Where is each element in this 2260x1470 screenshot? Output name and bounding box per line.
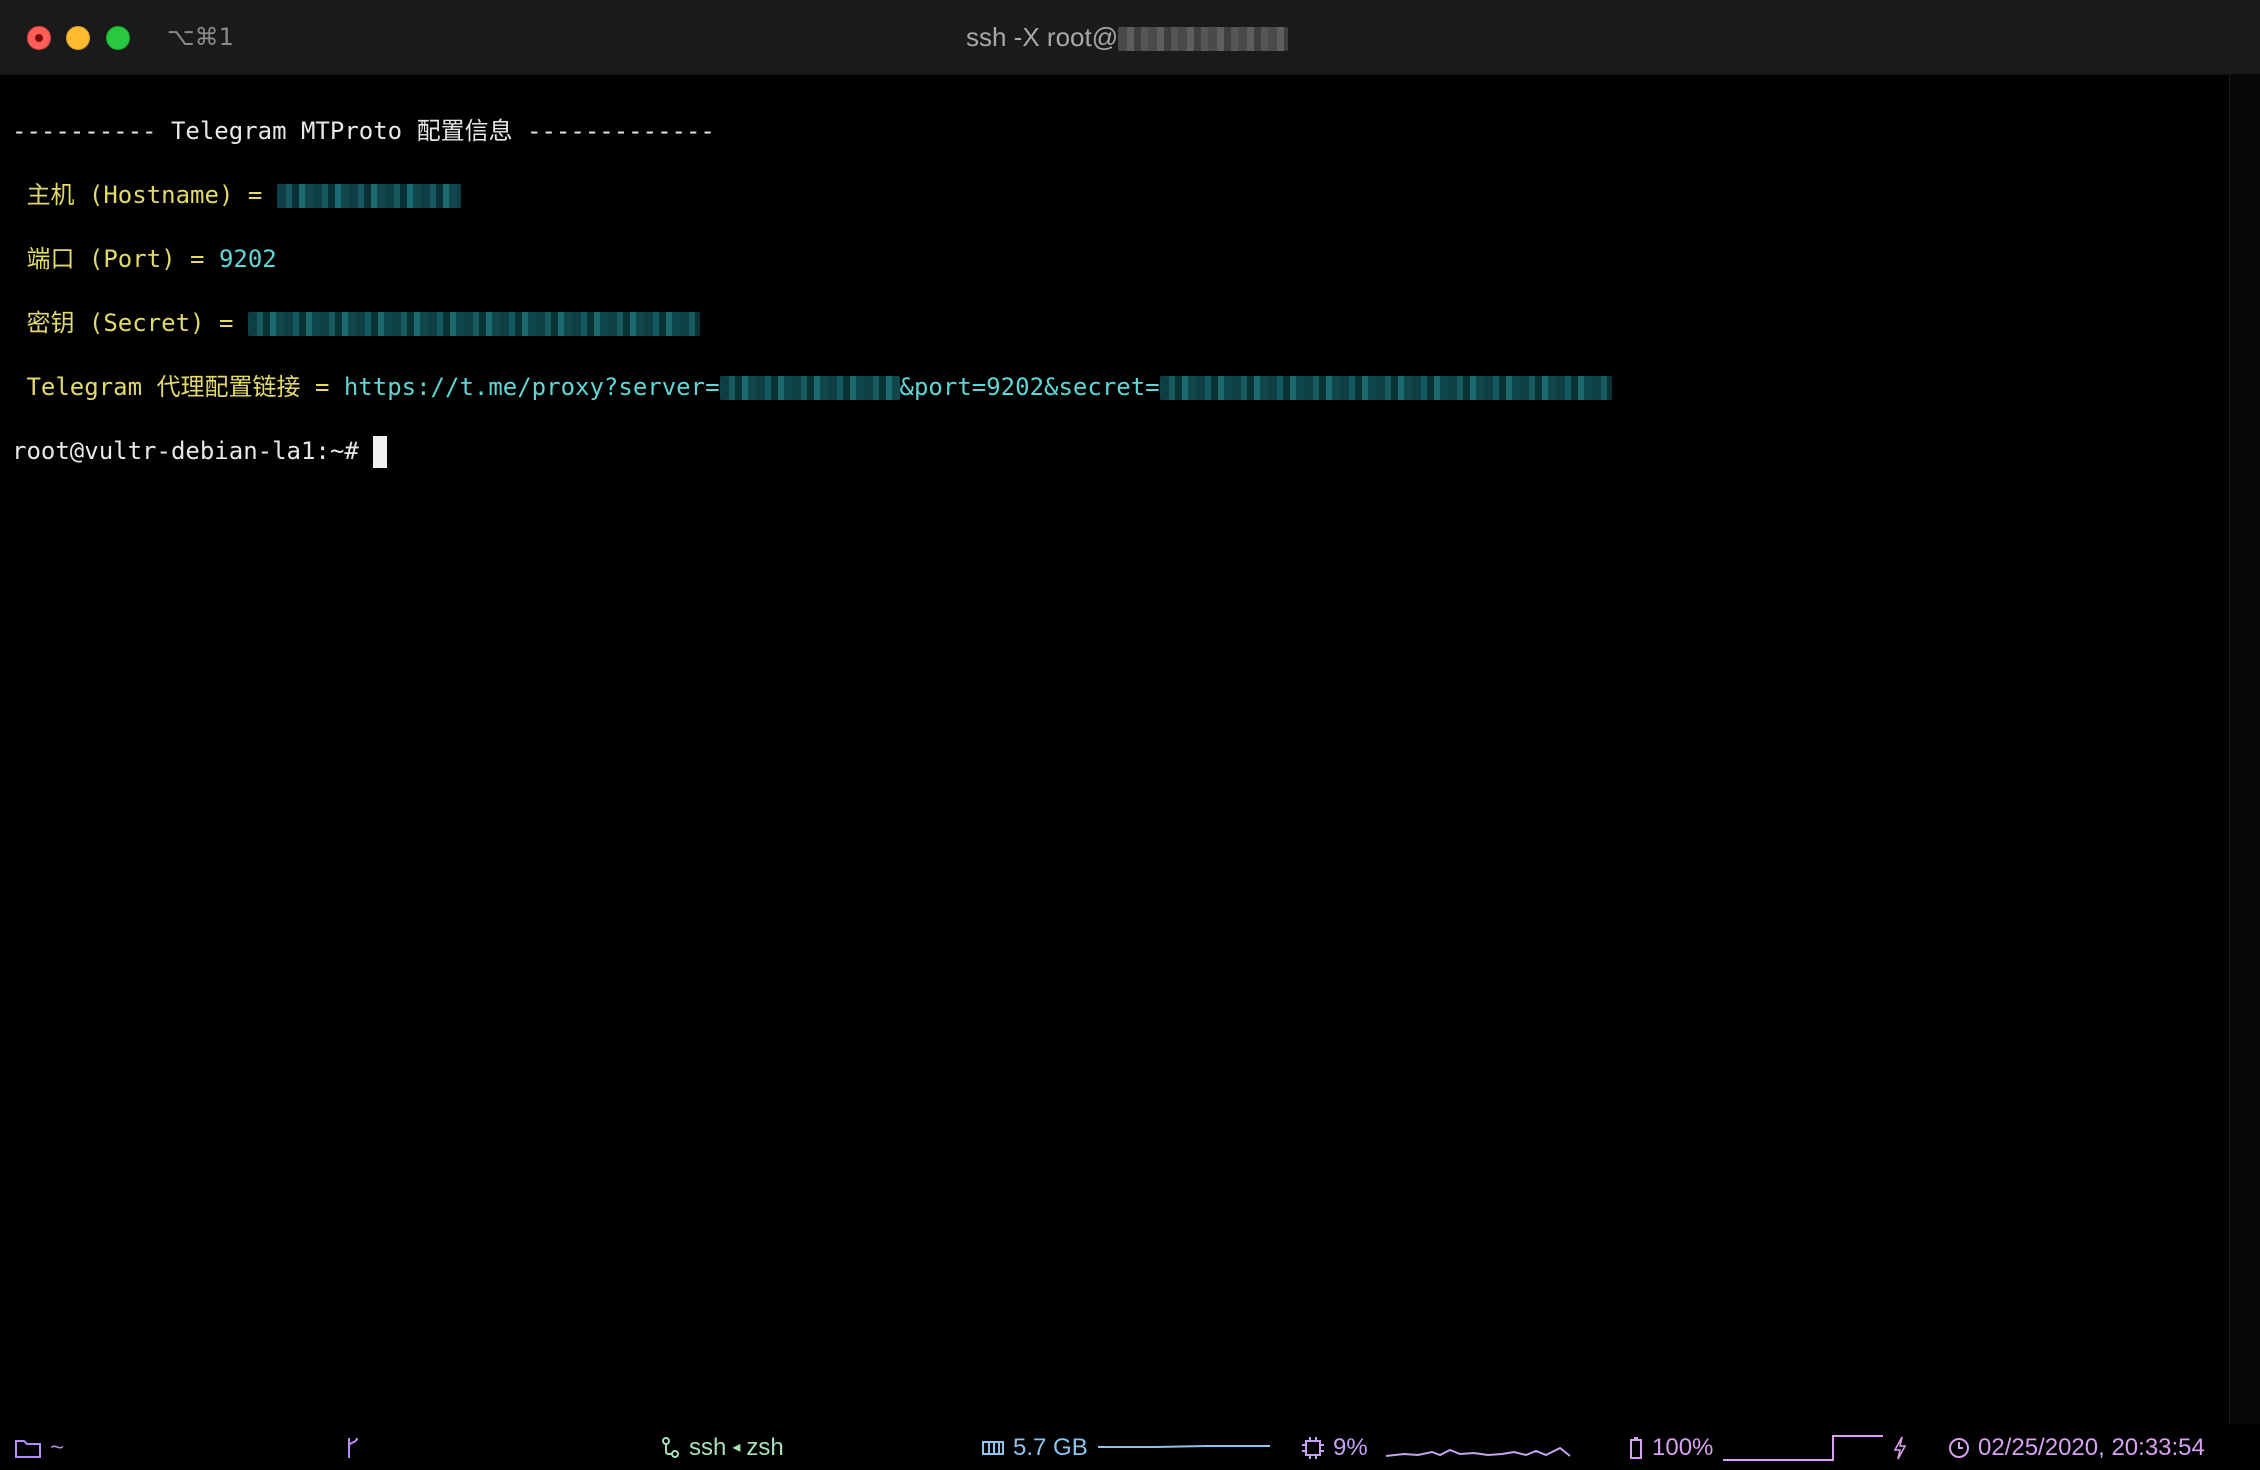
secret-line: 密钥 (Secret) = [12,306,700,340]
status-bar: ~ ssh ◂ zsh 5.7 GB 9% 100% 02/25/2020, 2… [0,1424,2260,1470]
tab-shortcut-label: ⌥⌘1 [167,23,234,51]
text-cursor [373,436,388,468]
status-job[interactable]: ssh ◂ zsh [661,1432,784,1464]
status-clock[interactable]: 02/25/2020, 20:33:54 [1948,1432,2205,1464]
redacted-host [1118,27,1289,52]
cpu-value: 9% [1333,1434,1368,1461]
charging-icon [1893,1436,1907,1460]
clock-icon [1948,1437,1970,1459]
battery-icon [1628,1436,1644,1460]
config-header: ---------- Telegram MTProto 配置信息 -------… [12,117,715,145]
proxy-link-line: Telegram 代理配置链接 = https://t.me/proxy?ser… [12,370,1612,404]
memory-graph [1096,1438,1272,1458]
proxy-link-middle: &port=9202&secret= [899,373,1160,401]
proxy-link-label: Telegram 代理配置链接 = [12,373,344,401]
close-window-button[interactable] [27,26,51,50]
maximize-window-button[interactable] [106,26,130,50]
terminal-output[interactable]: ---------- Telegram MTProto 配置信息 -------… [0,74,2260,1424]
hostname-label: 主机 (Hostname) = [12,181,277,209]
shell-prompt: root@vultr-debian-la1:~# [12,437,374,465]
window-title: ssh -X root@ [966,22,1289,52]
status-cpu[interactable]: 9% [1301,1432,1574,1464]
redacted-hostname-value [276,184,461,208]
job-separator: ◂ [732,1439,741,1456]
cpu-icon [1301,1436,1325,1460]
minimize-window-button[interactable] [66,26,90,50]
port-value: 9202 [218,245,277,273]
status-git[interactable] [344,1432,362,1464]
redacted-secret-value [247,312,700,336]
proxy-link-prefix: https://t.me/proxy?server= [343,373,720,401]
battery-graph [1721,1434,1885,1462]
status-memory[interactable]: 5.7 GB [981,1432,1272,1464]
secret-label: 密钥 (Secret) = [12,309,248,337]
cwd-label: ~ [50,1434,65,1461]
terminal-window: ⌥⌘1 ssh -X root@ ---------- Telegram MTP… [0,0,2260,1470]
port-line: 端口 (Port) = 9202 [12,242,277,276]
shell-label: zsh [746,1434,784,1461]
title-bar: ⌥⌘1 ssh -X root@ [0,0,2260,75]
folder-icon [14,1437,42,1459]
process-icon [661,1436,681,1460]
cpu-graph [1384,1436,1574,1460]
memory-value: 5.7 GB [1013,1434,1088,1461]
status-battery[interactable]: 100% [1628,1432,1907,1464]
job-label: ssh [689,1434,727,1461]
scrollbar[interactable] [2229,74,2260,1424]
datetime-value: 02/25/2020, 20:33:54 [1978,1434,2205,1461]
prompt-line[interactable]: root@vultr-debian-la1:~# [12,434,388,468]
port-label: 端口 (Port) = [12,245,219,273]
redacted-server-value [719,376,900,400]
window-title-text: ssh -X root@ [966,22,1119,52]
status-cwd[interactable]: ~ [14,1432,64,1464]
redacted-link-secret [1159,376,1612,400]
git-branch-icon [344,1436,362,1460]
battery-value: 100% [1652,1434,1714,1461]
memory-icon [981,1438,1005,1458]
hostname-line: 主机 (Hostname) = [12,178,461,212]
